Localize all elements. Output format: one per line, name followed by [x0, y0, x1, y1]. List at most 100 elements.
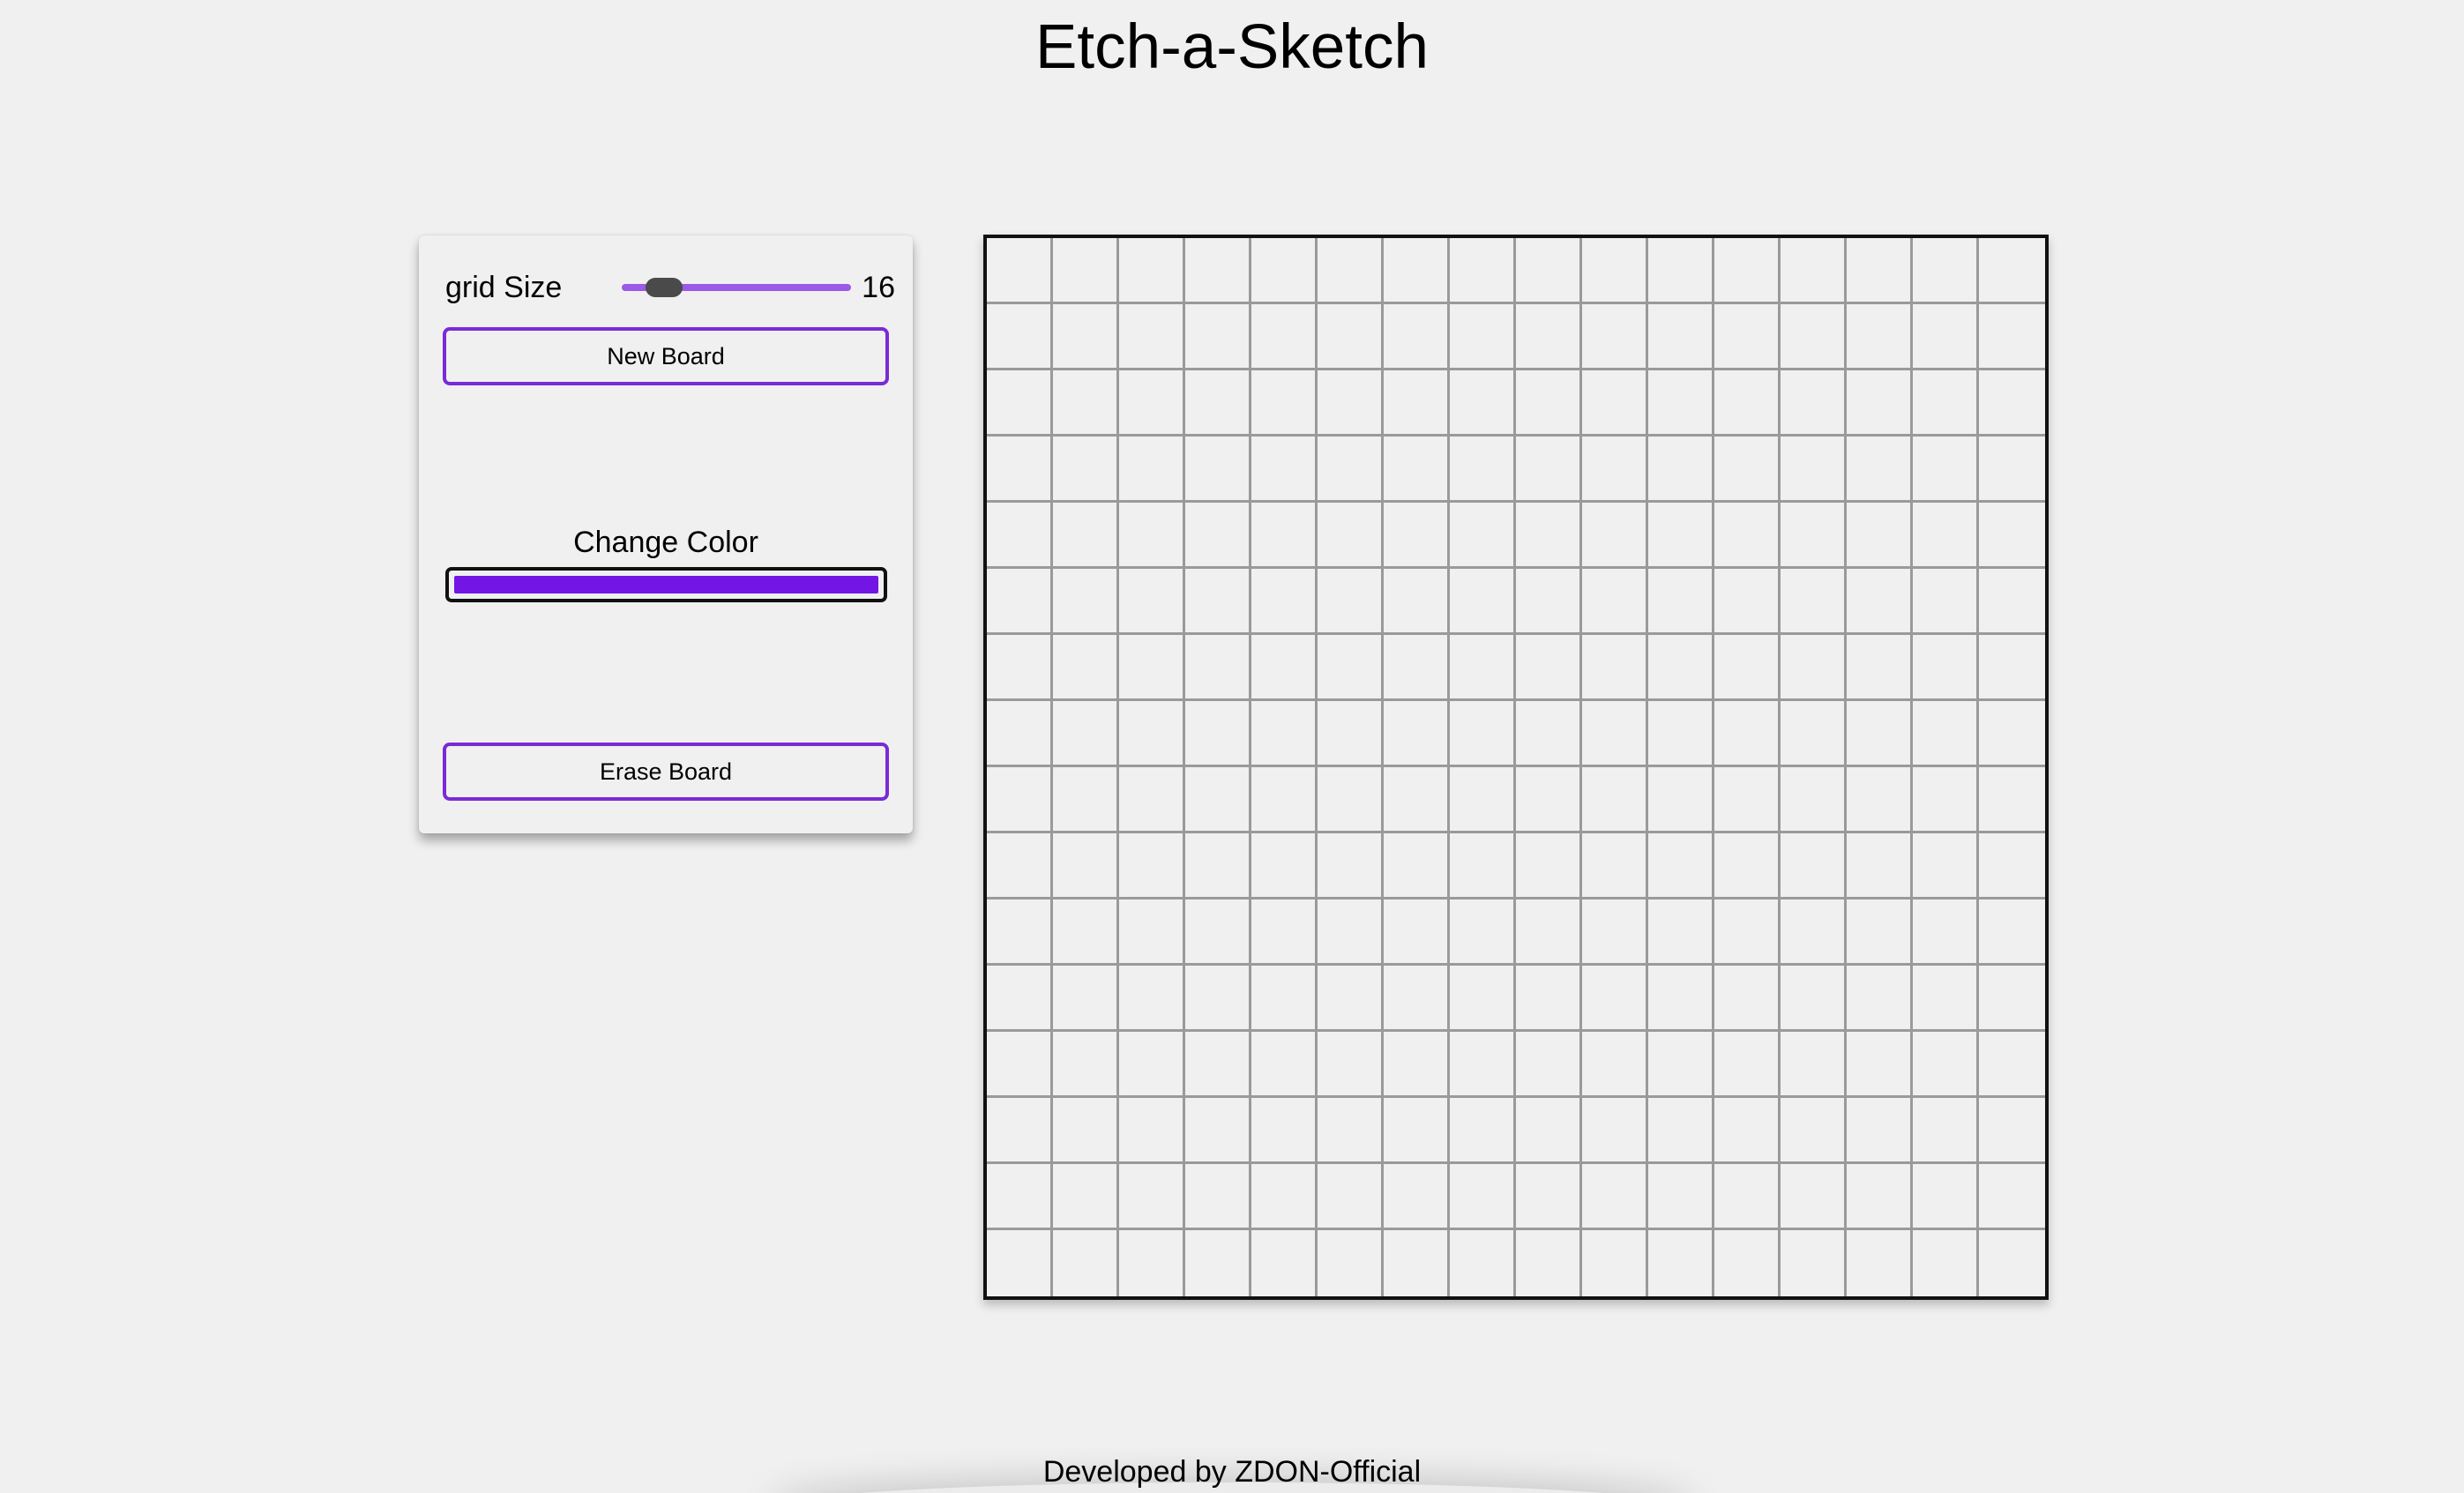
- grid-cell[interactable]: [1582, 635, 1648, 701]
- grid-cell[interactable]: [1913, 370, 1979, 437]
- grid-cell[interactable]: [1450, 701, 1516, 767]
- grid-cell[interactable]: [1913, 900, 1979, 966]
- grid-cell[interactable]: [1119, 767, 1185, 833]
- grid-cell[interactable]: [1053, 503, 1119, 569]
- grid-cell[interactable]: [1847, 370, 1913, 437]
- grid-cell[interactable]: [1847, 701, 1913, 767]
- grid-cell[interactable]: [1053, 1230, 1119, 1296]
- grid-cell[interactable]: [1053, 900, 1119, 966]
- grid-size-slider-thumb[interactable]: [645, 278, 683, 297]
- grid-cell[interactable]: [1053, 370, 1119, 437]
- grid-cell[interactable]: [1648, 503, 1714, 569]
- grid-cell[interactable]: [1185, 1230, 1251, 1296]
- grid-cell[interactable]: [1714, 437, 1781, 503]
- grid-cell[interactable]: [1714, 833, 1781, 900]
- grid-cell[interactable]: [1053, 1098, 1119, 1164]
- grid-cell[interactable]: [1781, 370, 1847, 437]
- grid-cell[interactable]: [1450, 304, 1516, 370]
- grid-cell[interactable]: [1251, 635, 1318, 701]
- grid-cell[interactable]: [1913, 1164, 1979, 1230]
- grid-cell[interactable]: [1847, 1164, 1913, 1230]
- grid-cell[interactable]: [1648, 1032, 1714, 1098]
- grid-cell[interactable]: [1384, 1098, 1450, 1164]
- grid-cell[interactable]: [1714, 1230, 1781, 1296]
- grid-cell[interactable]: [1847, 900, 1913, 966]
- grid-cell[interactable]: [1714, 635, 1781, 701]
- grid-cell[interactable]: [1384, 701, 1450, 767]
- grid-cell[interactable]: [1450, 1164, 1516, 1230]
- grid-cell[interactable]: [1251, 503, 1318, 569]
- grid-cell[interactable]: [1384, 635, 1450, 701]
- grid-cell[interactable]: [1913, 635, 1979, 701]
- grid-cell[interactable]: [1714, 238, 1781, 304]
- grid-cell[interactable]: [1185, 833, 1251, 900]
- grid-cell[interactable]: [1450, 900, 1516, 966]
- grid-cell[interactable]: [1318, 701, 1384, 767]
- grid-cell[interactable]: [1781, 767, 1847, 833]
- grid-cell[interactable]: [1781, 304, 1847, 370]
- grid-cell[interactable]: [1384, 238, 1450, 304]
- grid-cell[interactable]: [1318, 304, 1384, 370]
- grid-cell[interactable]: [1053, 767, 1119, 833]
- grid-cell[interactable]: [1251, 1098, 1318, 1164]
- grid-cell[interactable]: [1251, 701, 1318, 767]
- grid-cell[interactable]: [1053, 569, 1119, 635]
- grid-cell[interactable]: [1251, 767, 1318, 833]
- grid-cell[interactable]: [1847, 1032, 1913, 1098]
- grid-cell[interactable]: [987, 503, 1053, 569]
- grid-cell[interactable]: [1119, 635, 1185, 701]
- grid-cell[interactable]: [1384, 966, 1450, 1032]
- grid-cell[interactable]: [1384, 569, 1450, 635]
- grid-cell[interactable]: [1119, 370, 1185, 437]
- grid-cell[interactable]: [987, 238, 1053, 304]
- grid-cell[interactable]: [1053, 966, 1119, 1032]
- grid-cell[interactable]: [987, 437, 1053, 503]
- grid-cell[interactable]: [1979, 1098, 2045, 1164]
- grid-cell[interactable]: [1648, 370, 1714, 437]
- grid-cell[interactable]: [1318, 437, 1384, 503]
- grid-cell[interactable]: [1450, 569, 1516, 635]
- grid-cell[interactable]: [1648, 569, 1714, 635]
- grid-cell[interactable]: [1847, 767, 1913, 833]
- grid-cell[interactable]: [1516, 238, 1582, 304]
- grid-cell[interactable]: [1582, 437, 1648, 503]
- grid-cell[interactable]: [1847, 304, 1913, 370]
- grid-cell[interactable]: [1582, 900, 1648, 966]
- grid-cell[interactable]: [1979, 701, 2045, 767]
- grid-cell[interactable]: [1185, 370, 1251, 437]
- grid-cell[interactable]: [1582, 1032, 1648, 1098]
- grid-cell[interactable]: [1979, 304, 2045, 370]
- grid-cell[interactable]: [1582, 701, 1648, 767]
- grid-cell[interactable]: [1384, 304, 1450, 370]
- grid-cell[interactable]: [1582, 1164, 1648, 1230]
- grid-cell[interactable]: [1781, 238, 1847, 304]
- sketch-board[interactable]: [983, 235, 2049, 1300]
- grid-cell[interactable]: [1582, 238, 1648, 304]
- grid-cell[interactable]: [1516, 966, 1582, 1032]
- grid-cell[interactable]: [1450, 635, 1516, 701]
- grid-cell[interactable]: [1847, 833, 1913, 900]
- grid-cell[interactable]: [1979, 1032, 2045, 1098]
- grid-cell[interactable]: [1781, 900, 1847, 966]
- grid-cell[interactable]: [1979, 1164, 2045, 1230]
- grid-cell[interactable]: [1384, 1032, 1450, 1098]
- grid-cell[interactable]: [1582, 767, 1648, 833]
- grid-cell[interactable]: [1516, 569, 1582, 635]
- grid-cell[interactable]: [1847, 437, 1913, 503]
- grid-cell[interactable]: [1979, 238, 2045, 304]
- grid-cell[interactable]: [1185, 767, 1251, 833]
- grid-cell[interactable]: [1648, 238, 1714, 304]
- grid-cell[interactable]: [1119, 701, 1185, 767]
- grid-cell[interactable]: [1251, 966, 1318, 1032]
- grid-cell[interactable]: [987, 900, 1053, 966]
- grid-cell[interactable]: [1185, 900, 1251, 966]
- grid-cell[interactable]: [1648, 1164, 1714, 1230]
- grid-cell[interactable]: [1781, 701, 1847, 767]
- grid-cell[interactable]: [1119, 1164, 1185, 1230]
- grid-cell[interactable]: [1516, 701, 1582, 767]
- grid-cell[interactable]: [1318, 767, 1384, 833]
- grid-cell[interactable]: [1450, 1032, 1516, 1098]
- grid-cell[interactable]: [987, 966, 1053, 1032]
- grid-cell[interactable]: [1582, 1098, 1648, 1164]
- grid-cell[interactable]: [1450, 966, 1516, 1032]
